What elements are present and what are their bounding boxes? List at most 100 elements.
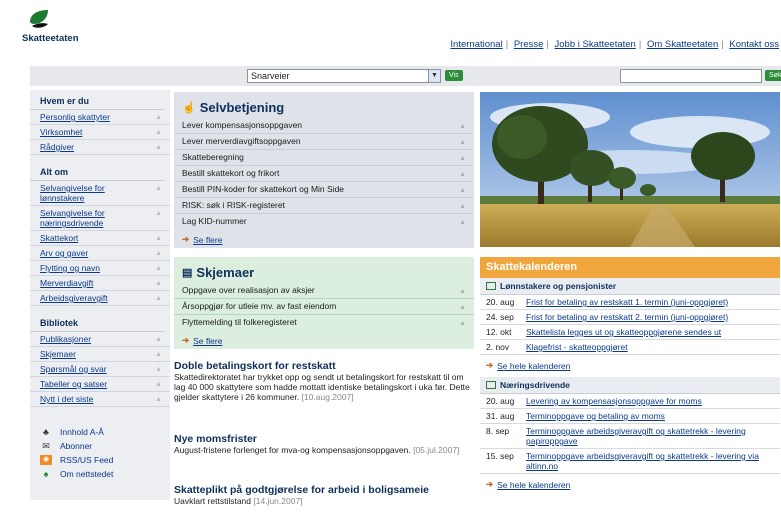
selv-item[interactable]: RISK: søk i RISK-registeret ▲ xyxy=(174,198,474,214)
calendar-group-title: Næringsdrivende xyxy=(480,377,780,394)
nav-section-hvem: Hvem er du Personlig skattyter ▲ Virksomh… xyxy=(30,96,170,155)
calendar-title: Skattekalenderen xyxy=(480,257,780,278)
nav-item-skjemaer[interactable]: Skjemaer ▲ xyxy=(30,347,170,362)
nav-item-nytt[interactable]: Nytt i det siste ▲ xyxy=(30,392,170,407)
hand-icon: ☝ xyxy=(182,102,196,114)
selv-item[interactable]: Lever merverdiavgiftsoppgaven ▲ xyxy=(174,134,474,150)
topnav-kontakt[interactable]: Kontakt oss xyxy=(729,39,779,50)
nav-item-radgiver[interactable]: Rådgiver ▲ xyxy=(30,140,170,155)
site-logo[interactable]: Skatteetaten xyxy=(22,8,102,46)
calendar-group-title: Lønnstakere og pensjonister xyxy=(480,278,780,295)
calendar-row[interactable]: 2. nov Klagefrist - skatteoppgjøret xyxy=(480,340,780,355)
selv-item[interactable]: Bestill PIN-koder for skattekort og Min … xyxy=(174,182,474,198)
news-title[interactable]: Skatteplikt på godtgjørelse for arbeid i… xyxy=(174,484,474,496)
search-button[interactable]: Søk xyxy=(765,70,781,81)
panel-title: ☝ Selvbetjening xyxy=(182,100,285,115)
shortcut-select[interactable]: Snarveier ▼ xyxy=(247,69,441,83)
arrow-icon: ▲ xyxy=(155,366,162,373)
arrow-icon: ▲ xyxy=(459,304,466,311)
arrow-icon: ▲ xyxy=(459,288,466,295)
arrow-icon: ▲ xyxy=(459,203,466,210)
arrow-right-icon: ➔ xyxy=(486,360,494,370)
news-item: Doble betalingskort for restskatt Skatte… xyxy=(174,360,474,402)
calendar-icon xyxy=(486,381,496,389)
topnav-international[interactable]: International xyxy=(450,39,502,50)
calendar-row[interactable]: 31. aug Terminoppgave og betaling av moms xyxy=(480,409,780,424)
selv-more-link[interactable]: ➔ Se flere xyxy=(174,229,474,245)
news-text: Uavklart rettstilstand xyxy=(174,496,251,506)
nav-item-publikasjoner[interactable]: Publikasjoner ▲ xyxy=(30,332,170,347)
calendar-more-link[interactable]: ➔ Se hele kalenderen xyxy=(480,474,780,495)
skjema-item[interactable]: Flyttemelding til folkeregisteret ▲ xyxy=(174,315,474,330)
chevron-down-icon[interactable]: ▼ xyxy=(428,70,440,82)
selv-item[interactable]: Lag KID-nummer ▲ xyxy=(174,214,474,229)
brand-name: Skatteetaten xyxy=(22,33,79,44)
left-navigation: Hvem er du Personlig skattyter ▲ Virksomh… xyxy=(30,90,170,500)
leaf-logo-icon xyxy=(30,10,48,28)
skjema-item[interactable]: Årsoppgjør for utleie mv. av fast eiendo… xyxy=(174,299,474,315)
calendar-row[interactable]: 20. aug Levering av kompensasjonsoppgave … xyxy=(480,394,780,409)
topnav-presse[interactable]: Presse xyxy=(514,39,544,50)
selv-item[interactable]: Skatteberegning ▲ xyxy=(174,150,474,166)
nav-item-sporsmal[interactable]: Spørsmål og svar ▲ xyxy=(30,362,170,377)
arrow-icon: ▲ xyxy=(155,235,162,242)
nav-item-tabeller[interactable]: Tabeller og satser ▲ xyxy=(30,377,170,392)
nav-item-skattekort[interactable]: Skattekort ▲ xyxy=(30,231,170,246)
arrow-icon: ▲ xyxy=(459,219,466,226)
nav-section-alt-om: Alt om Selvangivelse for lønnstakere ▲ Se… xyxy=(30,167,170,306)
arrow-icon: ▲ xyxy=(155,144,162,151)
nav-item-merverdiavgift[interactable]: Merverdiavgift ▲ xyxy=(30,276,170,291)
arrow-icon: ▲ xyxy=(155,114,162,121)
news-title[interactable]: Doble betalingskort for restskatt xyxy=(174,360,474,372)
calendar-row[interactable]: 8. sep Terminoppgave arbeidsgiveravgift o… xyxy=(480,424,780,449)
skjema-more-link[interactable]: ➔ Se flere xyxy=(174,330,474,346)
skjema-item[interactable]: Oppgave over realisasjon av aksjer ▲ xyxy=(174,283,474,299)
skjemaer-panel: ▤ Skjemaer Oppgave over realisasjon av ak… xyxy=(174,257,474,349)
nav-extra-rss[interactable]: ◉ RSS/US Feed xyxy=(30,453,170,467)
calendar-row[interactable]: 20. aug Frist for betaling av restskatt 1… xyxy=(480,295,780,310)
nav-section-bibliotek: Bibliotek Publikasjoner ▲ Skjemaer ▲ Spørs… xyxy=(30,318,170,407)
arrow-icon: ▲ xyxy=(155,280,162,287)
envelope-icon: ✉ xyxy=(42,441,50,451)
news-date: [14.jun.2007] xyxy=(253,496,303,506)
arrow-right-icon: ➔ xyxy=(486,479,494,489)
nav-item-flytting[interactable]: Flytting og navn ▲ xyxy=(30,261,170,276)
nav-section-title: Bibliotek xyxy=(30,318,164,332)
news-text: August-fristene forlenget for mva-og kom… xyxy=(174,445,411,455)
news-item: Skatteplikt på godtgjørelse for arbeid i… xyxy=(174,484,474,506)
topnav-jobb[interactable]: Jobb i Skatteetaten xyxy=(555,39,636,50)
calendar-icon xyxy=(486,282,496,290)
arrow-icon: ▲ xyxy=(459,171,466,178)
nav-extra-abonner[interactable]: ✉ Abonner xyxy=(30,439,170,453)
selvbetjening-panel: ☝ Selvbetjening Lever kompensasjonsoppgav… xyxy=(174,92,474,248)
arrow-icon: ▲ xyxy=(155,185,162,192)
nav-section-title: Alt om xyxy=(30,167,164,181)
nav-extra-innhold[interactable]: ♣ Innhold A-Å xyxy=(30,425,170,439)
calendar-row[interactable]: 12. okt Skattelista legges ut og skatteop… xyxy=(480,325,780,340)
news-item: Nye momsfrister August-fristene forlenge… xyxy=(174,433,474,455)
nav-item-selvangivelse-naering[interactable]: Selvangivelse for næringsdrivende ▲ xyxy=(30,206,170,231)
topnav-om[interactable]: Om Skatteetaten xyxy=(647,39,718,50)
selv-item[interactable]: Lever kompensasjonsoppgaven ▲ xyxy=(174,118,474,134)
nav-item-selvangivelse-lonn[interactable]: Selvangivelse for lønnstakere ▲ xyxy=(30,181,170,206)
nav-item-personlig[interactable]: Personlig skattyter ▲ xyxy=(30,110,170,125)
calendar-more-link[interactable]: ➔ Se hele kalenderen xyxy=(480,355,780,377)
news-title[interactable]: Nye momsfrister xyxy=(174,433,474,445)
selv-item[interactable]: Bestill skattekort og frikort ▲ xyxy=(174,166,474,182)
nav-item-virksomhet[interactable]: Virksomhet ▲ xyxy=(30,125,170,140)
hierarchy-icon: ♣ xyxy=(43,427,49,437)
calendar-row[interactable]: 15. sep Terminoppgave arbeidsgiveravgift … xyxy=(480,449,780,474)
nav-item-arv[interactable]: Arv og gaver ▲ xyxy=(30,246,170,261)
vis-button[interactable]: Vis xyxy=(445,70,463,81)
arrow-icon: ▲ xyxy=(155,250,162,257)
arrow-right-icon: ➔ xyxy=(182,234,190,244)
nav-extra-om[interactable]: ♠ Om nettstedet xyxy=(30,467,170,481)
arrow-icon: ▲ xyxy=(459,187,466,194)
calendar-row[interactable]: 24. sep Frist for betaling av restskatt 2… xyxy=(480,310,780,325)
search-bar: Snarveier ▼ Vis Søk xyxy=(30,66,781,86)
news-date: [10.aug.2007] xyxy=(301,392,354,402)
search-input[interactable] xyxy=(620,69,762,83)
nav-item-arbeidsgiveravgift[interactable]: Arbeidsgiveravgift ▲ xyxy=(30,291,170,306)
leaf-logo-icon: ♠ xyxy=(43,469,49,479)
arrow-icon: ▲ xyxy=(155,396,162,403)
